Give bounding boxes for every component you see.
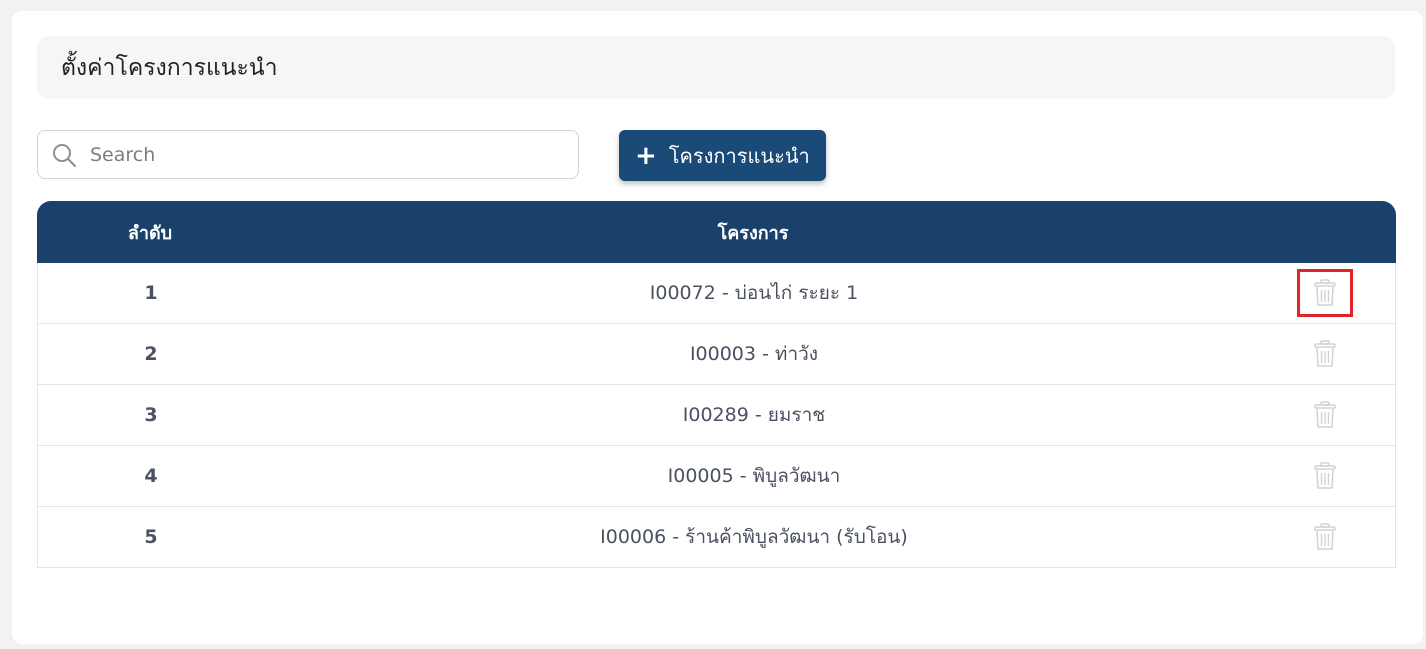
table-row: 2 I00003 - ท่าวัง bbox=[37, 324, 1396, 385]
row-project: I00005 - พิบูลวัฒนา bbox=[667, 465, 841, 487]
page-title: ตั้งค่าโครงการแนะนำ bbox=[61, 54, 278, 81]
row-project: I00006 - ร้านค้าพิบูลวัฒนา (รับโอน) bbox=[600, 526, 908, 548]
trash-icon bbox=[1313, 462, 1336, 489]
delete-button[interactable] bbox=[1297, 513, 1353, 561]
trash-icon bbox=[1313, 340, 1336, 367]
row-project: I00003 - ท่าวัง bbox=[689, 343, 819, 365]
projects-table: ลำดับ โครงการ 1 I00072 - บ่อนไก่ ระยะ 1 bbox=[37, 201, 1396, 568]
search-box[interactable] bbox=[37, 130, 579, 179]
plus-icon: + bbox=[635, 140, 657, 171]
table-header: ลำดับ โครงการ bbox=[37, 201, 1396, 263]
delete-button[interactable] bbox=[1297, 452, 1353, 500]
trash-icon bbox=[1313, 279, 1336, 306]
main-card: ตั้งค่าโครงการแนะนำ + โครงการแนะนำ ลำดับ… bbox=[12, 11, 1423, 644]
table-row: 4 I00005 - พิบูลวัฒนา bbox=[37, 446, 1396, 507]
delete-button[interactable] bbox=[1296, 269, 1353, 317]
page-header: ตั้งค่าโครงการแนะนำ bbox=[37, 36, 1395, 99]
search-icon bbox=[50, 141, 78, 169]
trash-icon bbox=[1313, 401, 1336, 428]
table-row: 1 I00072 - บ่อนไก่ ระยะ 1 bbox=[37, 263, 1396, 324]
column-header-project: โครงการ bbox=[717, 222, 789, 244]
row-project: I00072 - บ่อนไก่ ระยะ 1 bbox=[649, 282, 859, 304]
table-row: 5 I00006 - ร้านค้าพิบูลวัฒนา (รับโอน) bbox=[37, 507, 1396, 568]
trash-icon bbox=[1313, 523, 1336, 550]
delete-button[interactable] bbox=[1297, 391, 1353, 439]
row-no: 2 bbox=[144, 343, 158, 365]
row-no: 5 bbox=[144, 526, 158, 548]
add-recommended-project-button[interactable]: + โครงการแนะนำ bbox=[619, 130, 826, 181]
row-project: I00289 - ยมราช bbox=[682, 404, 826, 426]
column-header-no: ลำดับ bbox=[127, 222, 173, 244]
add-button-label: โครงการแนะนำ bbox=[668, 143, 810, 168]
row-no: 4 bbox=[144, 465, 158, 487]
row-no: 1 bbox=[144, 282, 158, 304]
search-input[interactable] bbox=[88, 142, 532, 167]
row-no: 3 bbox=[144, 404, 158, 426]
delete-button[interactable] bbox=[1297, 330, 1353, 378]
table-row: 3 I00289 - ยมราช bbox=[37, 385, 1396, 446]
